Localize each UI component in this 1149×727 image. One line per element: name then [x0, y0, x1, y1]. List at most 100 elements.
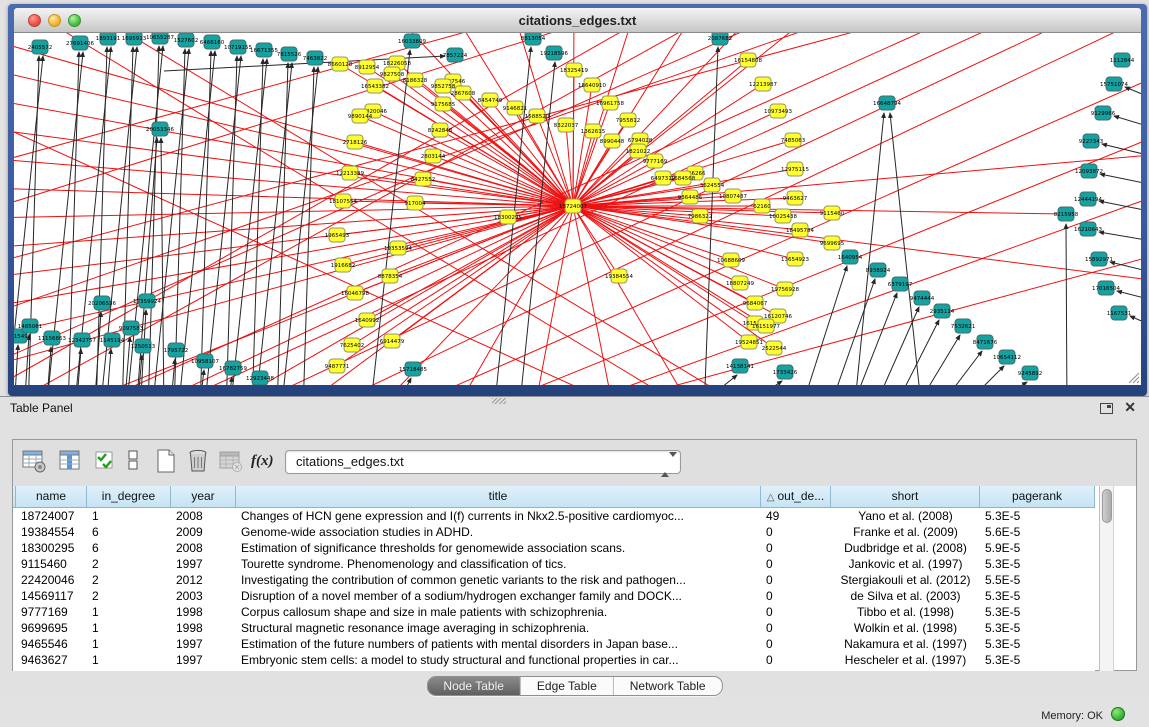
cell-out-de-[interactable]: 0 — [761, 636, 831, 652]
cell-title[interactable]: Corpus callosum shape and size in male p… — [236, 604, 761, 620]
graph-node[interactable]: 16033809 — [398, 34, 426, 48]
graph-node[interactable]: 2522544 — [762, 341, 787, 355]
cell-year[interactable]: 1998 — [171, 620, 236, 636]
cell-pagerank[interactable]: 5.6E-5 — [980, 524, 1095, 540]
graph-node[interactable]: 8471676 — [973, 335, 998, 349]
cell-in-degree[interactable]: 1 — [87, 636, 171, 652]
graph-node[interactable]: 12444194 — [1074, 192, 1102, 206]
graph-node[interactable]: 12975115 — [781, 162, 809, 176]
delete-table-icon[interactable] — [185, 448, 211, 474]
cell-name[interactable]: 9463627 — [16, 652, 87, 668]
table-row[interactable]: 1872400712008Changes of HCN gene express… — [13, 508, 1095, 524]
graph-node[interactable]: 7955812 — [616, 113, 641, 127]
graph-node[interactable]: 9146821 — [503, 101, 528, 115]
cell-year[interactable]: 1997 — [171, 556, 236, 572]
cell-in-degree[interactable]: 6 — [87, 540, 171, 556]
cell-year[interactable]: 2012 — [171, 572, 236, 588]
cell-in-degree[interactable]: 6 — [87, 524, 171, 540]
cell-in-degree[interactable]: 1 — [87, 652, 171, 668]
graph-node[interactable]: 1112844 — [1110, 53, 1135, 67]
network-canvas[interactable]: 1872400724055722769140618931911695913106… — [14, 33, 1141, 385]
graph-node[interactable]: 8427552 — [411, 172, 436, 186]
graph-node[interactable]: 9487771 — [325, 359, 350, 373]
column-header-year[interactable]: year — [171, 486, 236, 507]
cell-short[interactable]: Yano et al. (2008) — [831, 508, 980, 524]
graph-node[interactable]: 7532621 — [951, 319, 976, 333]
delete-column-icon[interactable] — [217, 448, 243, 474]
graph-node[interactable]: 16648794 — [873, 96, 901, 110]
close-panel-icon[interactable]: ✕ — [1124, 399, 1136, 416]
table-row[interactable]: 1830029562008Estimation of significance … — [13, 540, 1095, 556]
cell-in-degree[interactable]: 1 — [87, 620, 171, 636]
cell-short[interactable]: Tibbo et al. (1998) — [831, 604, 980, 620]
cell-name[interactable]: 18724007 — [16, 508, 87, 524]
cell-title[interactable]: Embryonic stem cells: a model to study s… — [236, 652, 761, 668]
cell-in-degree[interactable]: 1 — [87, 604, 171, 620]
graph-node[interactable]: 6466160 — [200, 35, 225, 49]
table-row[interactable]: 2242004622012Investigating the contribut… — [13, 572, 1095, 588]
cell-short[interactable]: Franke et al. (2009) — [831, 524, 980, 540]
tab-node-table[interactable]: Node Table — [427, 677, 520, 695]
graph-node[interactable]: 1733426 — [773, 365, 798, 379]
cell-pagerank[interactable]: 5.3E-5 — [980, 588, 1095, 604]
column-header-short[interactable]: short — [831, 486, 980, 507]
graph-node[interactable]: 9227343 — [1079, 134, 1104, 148]
graph-node[interactable]: 18640910 — [578, 78, 606, 92]
graph-node[interactable]: 18495784 — [786, 223, 814, 237]
tab-edge-table[interactable]: Edge Table — [520, 677, 613, 695]
column-header-in-degree[interactable]: in_degree — [87, 486, 171, 507]
graph-node[interactable]: 13654923 — [781, 252, 809, 266]
graph-node[interactable]: 19218596 — [540, 46, 568, 60]
cell-out-de-[interactable]: 0 — [761, 572, 831, 588]
graph-node[interactable]: 10719155 — [224, 40, 252, 54]
cell-title[interactable]: Structural magnetic resonance image aver… — [236, 620, 761, 636]
cell-title[interactable]: Tourette syndrome. Phenomenology and cla… — [236, 556, 761, 572]
graph-node[interactable]: 1250513 — [131, 339, 156, 353]
function-builder-icon[interactable]: f(x) — [251, 448, 277, 474]
graph-node[interactable]: 1640954 — [838, 250, 863, 264]
graph-node[interactable]: 10688609 — [717, 253, 745, 267]
graph-node[interactable]: 15751074 — [1100, 77, 1128, 91]
row-height-icon[interactable] — [125, 448, 141, 474]
graph-node[interactable]: 12213987 — [749, 77, 777, 91]
cell-out-de-[interactable]: 0 — [761, 556, 831, 572]
cell-short[interactable]: Hescheler et al. (1997) — [831, 652, 980, 668]
cell-short[interactable]: Jankovic et al. (1997) — [831, 556, 980, 572]
cell-year[interactable]: 2009 — [171, 524, 236, 540]
citation-graph[interactable]: 1872400724055722769140618931911695913106… — [14, 33, 1141, 385]
graph-node[interactable]: 12342757 — [68, 333, 96, 347]
graph-node[interactable]: 12093872 — [1075, 164, 1103, 178]
cell-short[interactable]: de Silva et al. (2003) — [831, 588, 980, 604]
graph-node[interactable]: 9245892 — [1018, 366, 1043, 380]
graph-node[interactable]: 8454749 — [478, 93, 503, 107]
graph-node[interactable]: 27691406 — [66, 36, 94, 50]
graph-node[interactable]: 1527602 — [174, 33, 199, 47]
graph-node[interactable]: 8878354 — [378, 269, 403, 283]
cell-name[interactable]: 9777169 — [16, 604, 87, 620]
table-row[interactable]: 1938455462009Genome-wide association stu… — [13, 524, 1095, 540]
cell-name[interactable]: 19384554 — [16, 524, 87, 540]
splitter-handle[interactable] — [492, 398, 506, 404]
vertical-scrollbar[interactable] — [1099, 486, 1114, 671]
graph-node[interactable]: 20206536 — [88, 296, 116, 310]
minimize-button[interactable] — [48, 14, 61, 27]
cell-year[interactable]: 1997 — [171, 636, 236, 652]
table-row[interactable]: 977716911998Corpus callosum shape and si… — [13, 604, 1095, 620]
graph-node[interactable]: 15892971 — [1085, 252, 1113, 266]
table-settings-icon[interactable] — [21, 448, 47, 474]
graph-node[interactable]: 1965493 — [325, 228, 350, 242]
graph-node[interactable]: 20053346 — [146, 122, 174, 136]
cell-name[interactable]: 18300295 — [16, 540, 87, 556]
column-header-name[interactable]: name — [16, 486, 87, 507]
cell-out-de-[interactable]: 49 — [761, 508, 831, 524]
select-all-icon[interactable] — [93, 448, 119, 474]
graph-node[interactable]: 9115460 — [820, 206, 845, 220]
graph-node[interactable]: 1916682 — [331, 258, 356, 272]
graph-node[interactable]: 8215958 — [1054, 207, 1079, 221]
cell-short[interactable]: Wolkin et al. (1998) — [831, 620, 980, 636]
graph-node[interactable]: 10655287 — [146, 33, 174, 44]
cell-short[interactable]: Stergiakouli et al. (2012) — [831, 572, 980, 588]
table-row[interactable]: 911546021997Tourette syndrome. Phenomeno… — [13, 556, 1095, 572]
column-header-title[interactable]: title — [236, 486, 761, 507]
cell-title[interactable]: Disruption of a novel member of a sodium… — [236, 588, 761, 604]
